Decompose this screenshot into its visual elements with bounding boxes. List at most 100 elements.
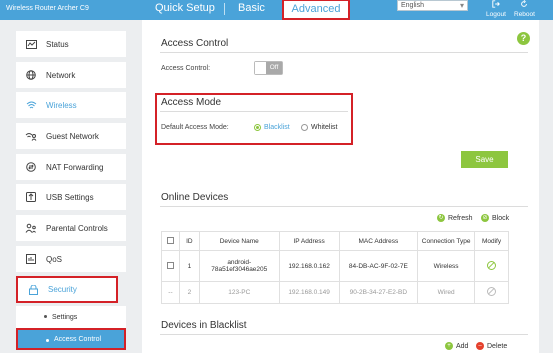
bullet-icon [46,339,49,342]
sidebar-item-label: Security [48,285,77,294]
refresh-button[interactable]: ↻ Refresh [437,214,473,222]
sidebar-subitem-access-control[interactable]: Access Control [16,328,126,350]
online-devices-title: Online Devices [161,192,229,203]
block-button[interactable]: ⊘ Block [481,214,509,222]
toggle-state: Off [266,62,282,74]
delete-label: Delete [487,342,508,350]
blacklist-radio[interactable] [254,124,261,131]
cell-id: 1 [178,250,200,282]
column-header: Connection Type [417,231,476,251]
logout-icon [492,0,500,8]
nat-icon [16,162,46,172]
sidebar-item-security[interactable]: Security [16,276,118,303]
cell-connection-type: Wireless [417,250,476,282]
nav-advanced[interactable]: Advanced [282,0,350,20]
row-select-cell: -- [161,281,180,304]
row-checkbox[interactable] [166,261,174,269]
nav-basic[interactable]: Basic [238,0,265,20]
blacklist-label: Blacklist [264,124,290,131]
divider [160,111,348,112]
column-header: Modify [474,231,509,251]
column-header: Device Name [198,231,280,251]
cell-ip: 192.168.0.149 [278,281,340,304]
cell-device-name: 123-PC [198,281,280,304]
block-icon: ⊘ [481,214,489,222]
cell-modify [474,250,509,282]
default-access-mode-label: Default Access Mode: [161,124,229,131]
brand-title: Wireless Router Archer C9 [6,5,89,12]
delete-button[interactable]: – Delete [476,342,507,350]
language-value: English [401,2,424,9]
reboot-button[interactable]: Reboot [514,0,535,19]
table-row: -- 2 123-PC 192.168.0.149 90-2B-34-27-E2… [161,281,509,304]
row-select-cell [161,250,180,282]
reboot-icon [521,0,527,7]
add-icon: + [445,342,453,350]
divider [160,334,528,335]
block-device-icon [487,287,497,296]
sidebar-subitem-settings[interactable]: Settings [16,306,126,328]
device-name-line2: 78a51ef3046ae205 [211,266,268,273]
parental-icon [16,223,46,233]
sidebar-item-label: NAT Forwarding [46,162,104,172]
reboot-label: Reboot [514,11,535,18]
device-name-line1: android- [227,259,252,266]
access-control-title: Access Control [161,38,229,49]
delete-icon: – [476,342,484,350]
whitelist-label: Whitelist [311,124,338,131]
guest-icon [16,131,46,141]
cell-device-name: android- 78a51ef3046ae205 [198,250,280,282]
cell-modify [474,281,509,304]
cell-mac: 90-2B-34-27-E2-BD [338,281,419,304]
sidebar-item-label: Wireless [46,100,77,110]
sidebar-item-qos[interactable]: QoS [16,246,126,272]
lock-icon [18,284,48,295]
select-all-checkbox[interactable] [166,236,174,244]
add-label: Add [456,342,469,350]
cell-id: 2 [178,281,200,304]
save-button[interactable]: Save [461,151,508,168]
sidebar-item-parental-controls[interactable]: Parental Controls [16,215,126,241]
cell-connection-type: Wired [417,281,476,304]
access-control-toggle[interactable]: Off [254,61,283,75]
sidebar-item-label: QoS [46,254,63,264]
table-row: 1 android- 78a51ef3046ae205 192.168.0.162… [161,250,509,282]
column-header: ID [178,231,200,251]
column-header: MAC Address [338,231,419,251]
whitelist-radio[interactable] [301,124,308,131]
sidebar-item-label: Parental Controls [46,223,108,233]
logout-button[interactable]: Logout [486,0,506,19]
sidebar-item-nat-forwarding[interactable]: NAT Forwarding [16,154,126,180]
sidebar-item-label: Status [46,39,69,49]
sidebar-item-guest-network[interactable]: Guest Network [16,123,126,149]
nav-quick-setup[interactable]: Quick Setup [155,0,215,20]
qos-icon [16,254,46,264]
sidebar-item-usb-settings[interactable]: USB Settings [16,184,126,210]
online-devices-table: ID Device Name IP Address MAC Address Co… [161,231,509,304]
language-select[interactable]: English ▾ [397,0,468,11]
select-all-cell [161,231,180,251]
divider [160,52,528,53]
globe-icon [16,70,46,80]
logout-label: Logout [486,11,506,18]
access-mode-title: Access Mode [161,97,222,108]
top-bar: Wireless Router Archer C9 Quick Setup Ba… [0,0,553,20]
bullet-icon [44,315,47,318]
chevron-down-icon: ▾ [459,1,464,10]
cell-mac: 84-DB-AC-9F-02-7E [338,250,419,282]
block-label: Block [492,214,510,222]
sidebar-item-label: USB Settings [46,192,94,202]
sidebar-item-wireless[interactable]: Wireless [16,92,126,118]
refresh-icon: ↻ [437,214,445,222]
sidebar-item-network[interactable]: Network [16,62,126,88]
help-icon[interactable]: ? [517,32,530,45]
status-icon [16,39,46,49]
block-device-icon[interactable] [487,260,497,270]
sidebar-item-status[interactable]: Status [16,31,126,57]
usb-icon [16,192,46,202]
add-button[interactable]: + Add [445,342,468,350]
wifi-icon [16,101,46,110]
sidebar-subitem-label: Settings [52,313,78,321]
nav-divider [224,3,225,15]
sidebar-item-label: Network [46,70,76,80]
